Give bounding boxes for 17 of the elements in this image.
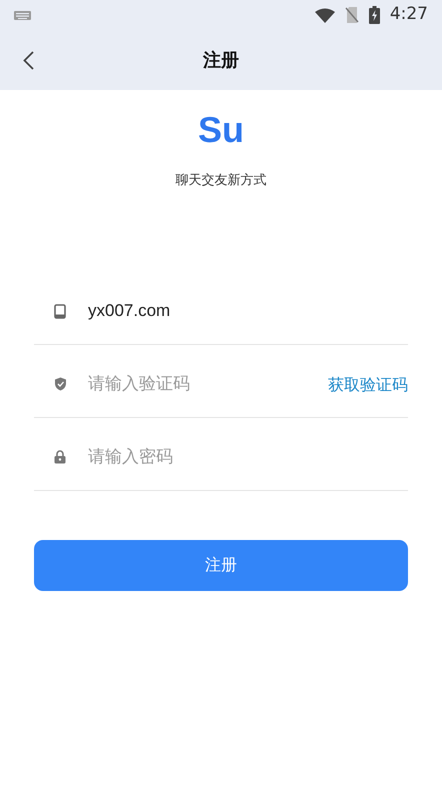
- no-sim-icon: [344, 7, 359, 23]
- input-field[interactable]: 请输入验证码: [88, 370, 328, 396]
- lock-icon: [54, 450, 66, 464]
- phone-icon: [54, 304, 66, 318]
- wifi-icon: [314, 8, 335, 22]
- status-time: 4:27: [390, 3, 428, 26]
- tagline: 聊天交友新方式: [176, 172, 266, 190]
- keyboard-icon: [14, 10, 31, 20]
- register-button[interactable]: 注册: [34, 540, 408, 590]
- back-icon: [22, 50, 34, 70]
- page-title: 注册: [203, 48, 239, 72]
- shield-icon: [54, 376, 67, 390]
- app-logo: Su: [198, 108, 244, 152]
- input-field[interactable]: 请输入密码: [88, 444, 408, 470]
- get-code-link[interactable]: 获取验证码: [328, 372, 408, 396]
- battery-charging-icon: [368, 6, 380, 24]
- input-field[interactable]: yx007.com: [88, 298, 408, 324]
